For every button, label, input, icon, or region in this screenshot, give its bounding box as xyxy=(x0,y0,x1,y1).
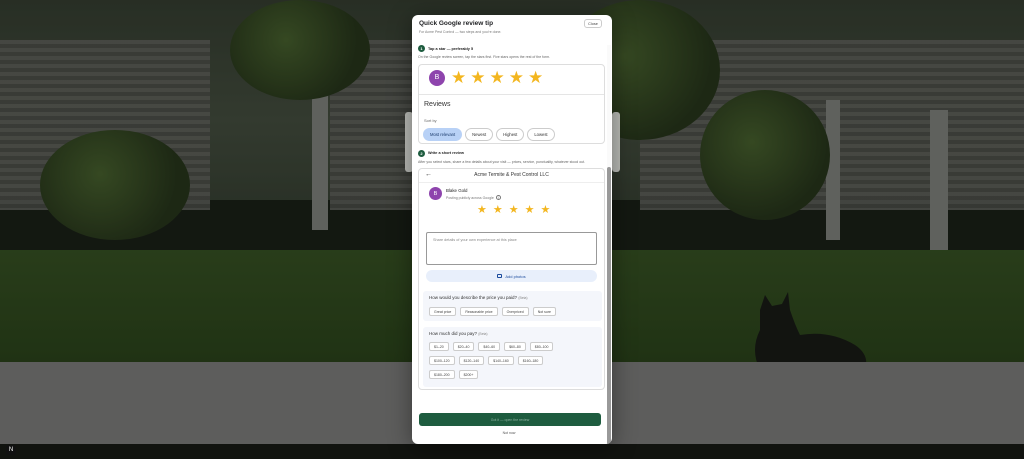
modal-header: Quick Google review tip For Acme Pest Co… xyxy=(412,15,612,49)
price-option[interactable]: Not sure xyxy=(532,307,556,317)
review-form-header: ← Acme Termite & Pest Control LLC xyxy=(419,169,604,184)
star-icon[interactable]: ★ xyxy=(490,68,505,88)
paid-option[interactable]: $120–140 xyxy=(458,356,485,366)
price-question-box: How would you describe the price you pai… xyxy=(423,291,602,322)
price-option[interactable]: Reasonable price xyxy=(460,307,498,317)
info-icon[interactable]: i xyxy=(495,195,501,201)
beta-tag: (Beta) xyxy=(518,296,528,301)
add-photos-label: Add photos xyxy=(505,273,526,279)
not-now-link[interactable]: Not now xyxy=(412,431,606,435)
scrollbar-thumb[interactable] xyxy=(607,167,611,444)
close-button[interactable]: Close xyxy=(584,19,602,28)
star-icon[interactable]: ★ xyxy=(541,204,551,216)
right-side-tab xyxy=(612,112,620,172)
step1-title: Tap a star — preferably 5 xyxy=(428,46,474,51)
paid-option[interactable]: $20–40 xyxy=(452,342,475,352)
step2-header: 2 Write a short review xyxy=(418,149,605,157)
paid-option[interactable]: $160–180 xyxy=(517,356,544,366)
star-icon[interactable]: ★ xyxy=(451,68,466,88)
sort-chip-lowest[interactable]: Lowest xyxy=(527,127,555,141)
reviews-heading: Reviews xyxy=(424,100,451,108)
paid-option[interactable]: $1–20 xyxy=(429,342,449,352)
step1-header: 1 Tap a star — preferably 5 xyxy=(418,45,605,52)
review-text-input[interactable]: Share details of your own experience at … xyxy=(426,232,597,266)
submit-button[interactable]: Got it — open the review xyxy=(419,413,601,426)
star-icon[interactable]: ★ xyxy=(528,68,543,88)
photo-icon xyxy=(497,274,503,279)
corner-badge: N xyxy=(6,445,16,455)
avatar: B xyxy=(429,187,442,201)
price-options: Great price Reasonable price Overpriced … xyxy=(429,307,556,317)
sort-chip-most-relevant[interactable]: Most relevant xyxy=(423,127,463,141)
step1-number: 1 xyxy=(418,45,425,52)
step2-section: 2 Write a short review After you select … xyxy=(418,149,605,165)
star-icon[interactable]: ★ xyxy=(525,204,535,216)
review-form-card: ← Acme Termite & Pest Control LLC B Blak… xyxy=(418,168,605,391)
paid-option[interactable]: $140–160 xyxy=(488,356,514,366)
price-option[interactable]: Great price xyxy=(429,307,457,317)
star-preview-card: B ★ ★ ★ ★ ★ Reviews Sort by Most relevan… xyxy=(418,63,605,144)
modal-title: Quick Google review tip xyxy=(419,20,494,27)
divider xyxy=(419,93,604,95)
sort-options: Most relevant Newest Highest Lowest xyxy=(423,127,555,141)
star-icon[interactable]: ★ xyxy=(477,204,487,216)
star-rating-large: ★ ★ ★ ★ ★ xyxy=(451,68,543,88)
paid-options-row: $180–200 $200+ xyxy=(429,370,479,380)
step2-title: Write a short review xyxy=(428,151,465,156)
posting-note: Posting publicly across Google i xyxy=(446,195,501,201)
star-icon[interactable]: ★ xyxy=(509,68,524,88)
star-icon[interactable]: ★ xyxy=(470,68,485,88)
modal-content: 1 Tap a star — preferably 5 On the Googl… xyxy=(418,45,605,391)
business-name: Acme Termite & Pest Control LLC xyxy=(474,172,549,179)
paid-option[interactable]: $40–60 xyxy=(478,342,501,352)
posting-note-text: Posting publicly across Google xyxy=(446,195,494,200)
paid-option[interactable]: $200+ xyxy=(458,370,479,380)
paid-option[interactable]: $60–80 xyxy=(504,342,526,352)
sort-chip-highest[interactable]: Highest xyxy=(496,127,525,141)
sort-by-label: Sort by xyxy=(424,117,437,123)
price-option[interactable]: Overpriced xyxy=(501,307,529,317)
reviewer-name: Blake Gold xyxy=(446,188,468,194)
star-rating-input: ★ ★ ★ ★ ★ xyxy=(477,204,550,216)
paid-question-box: How much did you pay? (Beta) $1–20 $20–4… xyxy=(423,327,602,388)
modal-subtitle: For Acme Pest Control — two steps and yo… xyxy=(419,30,502,34)
step1-description: On the Google review screen, tap the sta… xyxy=(418,55,551,59)
price-question: How would you describe the price you pai… xyxy=(429,295,528,300)
step2-number: 2 xyxy=(418,149,425,157)
paid-option[interactable]: $180–200 xyxy=(429,370,455,380)
review-tip-modal: Quick Google review tip For Acme Pest Co… xyxy=(412,15,612,444)
paid-question: How much did you pay? (Beta) xyxy=(429,331,488,336)
beta-tag: (Beta) xyxy=(478,332,488,337)
star-icon[interactable]: ★ xyxy=(493,204,503,216)
paid-question-text: How much did you pay? xyxy=(429,331,478,337)
paid-options-row: $1–20 $20–40 $40–60 $60–80 $80–100 xyxy=(429,342,554,352)
paid-option[interactable]: $80–100 xyxy=(529,342,554,352)
sort-chip-newest[interactable]: Newest xyxy=(465,127,494,141)
add-photos-button[interactable]: Add photos xyxy=(426,270,597,283)
paid-option[interactable]: $100–120 xyxy=(429,356,455,366)
price-question-text: How would you describe the price you pai… xyxy=(429,295,518,301)
reviewer-info: B Blake Gold Posting publicly across Goo… xyxy=(429,187,501,201)
star-icon[interactable]: ★ xyxy=(509,204,519,216)
step2-description: After you select stars, share a few deta… xyxy=(418,159,586,164)
avatar: B xyxy=(429,69,445,86)
paid-options-row: $100–120 $120–140 $140–160 $160–180 xyxy=(429,356,544,366)
